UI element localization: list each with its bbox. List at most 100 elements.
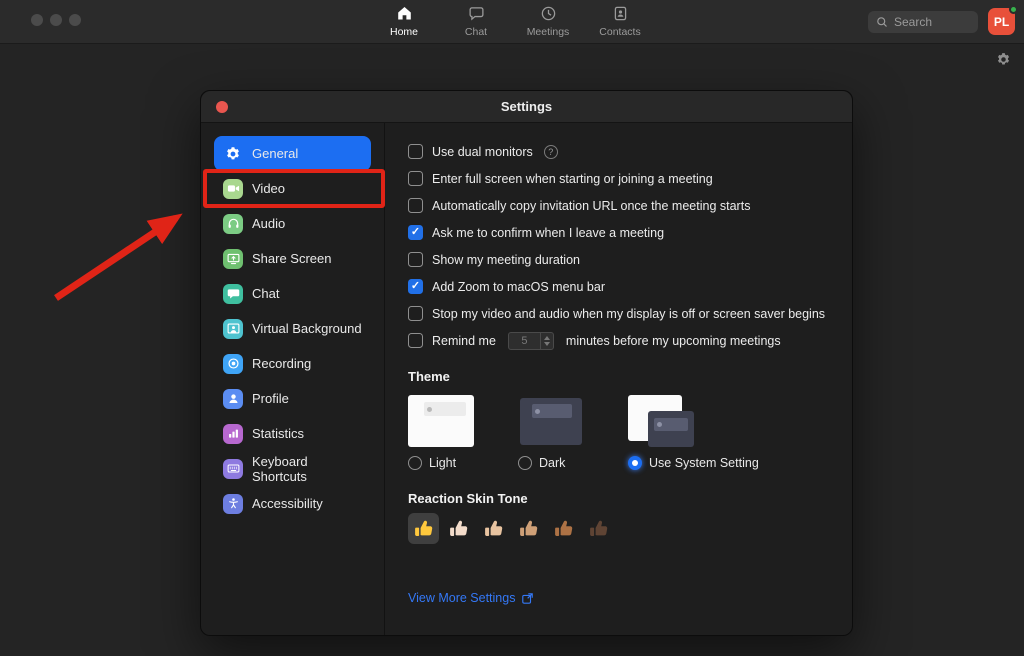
nav-tab-meetings[interactable]: Meetings — [519, 5, 577, 38]
sidebar-item-audio[interactable]: Audio — [214, 206, 371, 241]
checkbox[interactable] — [408, 171, 423, 186]
presence-status-dot — [1009, 5, 1018, 14]
sidebar-item-label: Audio — [252, 216, 285, 231]
person-icon — [223, 389, 243, 409]
skin-tone-options — [408, 513, 852, 544]
checkbox[interactable] — [408, 306, 423, 321]
settings-close-button[interactable] — [216, 101, 228, 113]
sidebar-item-general[interactable]: General — [214, 136, 371, 171]
radio-button[interactable] — [408, 456, 422, 470]
share-screen-icon — [223, 249, 243, 269]
option-label: Automatically copy invitation URL once t… — [432, 199, 750, 213]
nav-tab-label: Meetings — [527, 26, 570, 38]
option-row-stop-my-video-and-audio-when-my-display-: Stop my video and audio when my display … — [408, 300, 852, 327]
theme-radio-light[interactable]: Light — [408, 456, 474, 470]
option-label: Add Zoom to macOS menu bar — [432, 280, 605, 294]
skin-tone-thumbs-up-icon-5[interactable] — [548, 513, 579, 544]
bar-chart-icon — [223, 424, 243, 444]
avatar-initials: PL — [994, 15, 1009, 29]
search-icon — [876, 16, 888, 28]
checkbox[interactable]: ✓ — [408, 225, 423, 240]
skin-tone-thumbs-up-icon-1[interactable] — [408, 513, 439, 544]
sidebar-item-recording[interactable]: Recording — [214, 346, 371, 381]
general-settings-panel: Use dual monitors? Enter full screen when… — [385, 123, 852, 635]
settings-titlebar: Settings — [201, 91, 852, 123]
checkbox[interactable] — [408, 333, 423, 348]
option-label: Enter full screen when starting or joini… — [432, 172, 713, 186]
options-list: Use dual monitors? Enter full screen when… — [408, 138, 852, 354]
close-window-button[interactable] — [31, 14, 43, 26]
contacts-icon — [612, 5, 629, 25]
chat-bubble-icon — [223, 284, 243, 304]
checkbox[interactable] — [408, 144, 423, 159]
skin-tone-heading: Reaction Skin Tone — [408, 491, 852, 506]
skin-tone-thumbs-up-icon-6[interactable] — [583, 513, 614, 544]
theme-option-use-system-setting: Use System Setting — [628, 395, 759, 470]
external-link-icon — [521, 592, 534, 605]
sidebar-item-virtual-background[interactable]: Virtual Background — [214, 311, 371, 346]
nav-tab-label: Chat — [465, 26, 487, 38]
keyboard-icon — [223, 459, 243, 479]
option-label: minutes before my upcoming meetings — [566, 334, 781, 348]
record-icon — [223, 354, 243, 374]
sidebar-item-label: Share Screen — [252, 251, 332, 266]
remind-minutes-value: 5 — [509, 335, 540, 347]
nav-tab-label: Home — [390, 26, 418, 38]
skin-tone-thumbs-up-icon-2[interactable] — [443, 513, 474, 544]
search-input[interactable]: Search — [868, 11, 978, 33]
option-row-show-my-meeting-duration: Show my meeting duration — [408, 246, 852, 273]
settings-gear-icon[interactable] — [996, 52, 1011, 67]
video-camera-icon — [223, 179, 243, 199]
meetings-icon — [540, 5, 557, 25]
minimize-window-button[interactable] — [50, 14, 62, 26]
sidebar-item-label: Video — [252, 181, 285, 196]
sidebar-item-label: General — [252, 146, 298, 161]
window-traffic-lights — [31, 14, 81, 26]
sidebar-item-chat[interactable]: Chat — [214, 276, 371, 311]
option-label: Remind me — [432, 334, 496, 348]
theme-radio-dark[interactable]: Dark — [518, 456, 584, 470]
sidebar-item-profile[interactable]: Profile — [214, 381, 371, 416]
sidebar-item-video[interactable]: Video — [214, 171, 371, 206]
view-more-settings-link[interactable]: View More Settings — [408, 591, 534, 605]
gear-icon — [223, 144, 243, 164]
checkbox[interactable] — [408, 198, 423, 213]
option-row-add-zoom-to-macos-menu-bar: ✓ Add Zoom to macOS menu bar — [408, 273, 852, 300]
theme-option-label: Light — [429, 456, 456, 470]
theme-thumbnail-light[interactable] — [408, 395, 474, 447]
help-icon[interactable]: ? — [544, 145, 558, 159]
option-row-use-dual-monitors: Use dual monitors? — [408, 138, 852, 165]
radio-button[interactable] — [518, 456, 532, 470]
stepper-arrows-icon[interactable] — [540, 333, 553, 349]
sidebar-item-share-screen[interactable]: Share Screen — [214, 241, 371, 276]
sidebar-item-statistics[interactable]: Statistics — [214, 416, 371, 451]
sidebar-item-accessibility[interactable]: Accessibility — [214, 486, 371, 521]
skin-tone-thumbs-up-icon-4[interactable] — [513, 513, 544, 544]
theme-options: Light Dark Use System Setting — [408, 395, 852, 470]
nav-tab-home[interactable]: Home — [375, 5, 433, 38]
theme-thumbnail-dark[interactable] — [518, 395, 584, 447]
avatar[interactable]: PL — [988, 8, 1015, 35]
settings-sidebar: General Video Audio Share Screen Chat Vi… — [201, 123, 385, 635]
sidebar-item-label: Statistics — [252, 426, 304, 441]
checkbox[interactable] — [408, 252, 423, 267]
sidebar-item-keyboard-shortcuts[interactable]: Keyboard Shortcuts — [214, 451, 371, 486]
settings-window: Settings General Video Audio Share Scree… — [200, 90, 853, 636]
theme-radio-use-system-setting[interactable]: Use System Setting — [628, 456, 759, 470]
zoom-window-button[interactable] — [69, 14, 81, 26]
checkbox[interactable]: ✓ — [408, 279, 423, 294]
radio-button[interactable] — [628, 456, 642, 470]
option-row-ask-me-to-confirm-when-i-leave-a-meeting: ✓ Ask me to confirm when I leave a meetin… — [408, 219, 852, 246]
option-label: Stop my video and audio when my display … — [432, 307, 825, 321]
option-label: Ask me to confirm when I leave a meeting — [432, 226, 664, 240]
sidebar-item-label: Accessibility — [252, 496, 323, 511]
skin-tone-thumbs-up-icon-3[interactable] — [478, 513, 509, 544]
remind-minutes-stepper[interactable]: 5 — [508, 332, 554, 350]
nav-tab-contacts[interactable]: Contacts — [591, 5, 649, 38]
theme-heading: Theme — [408, 369, 852, 384]
nav-tab-chat[interactable]: Chat — [447, 5, 505, 38]
theme-thumbnail-system[interactable] — [628, 395, 694, 447]
option-row-enter-full-screen-when-starting-or-joini: Enter full screen when starting or joini… — [408, 165, 852, 192]
chat-icon — [468, 5, 485, 25]
search-placeholder: Search — [894, 15, 932, 29]
